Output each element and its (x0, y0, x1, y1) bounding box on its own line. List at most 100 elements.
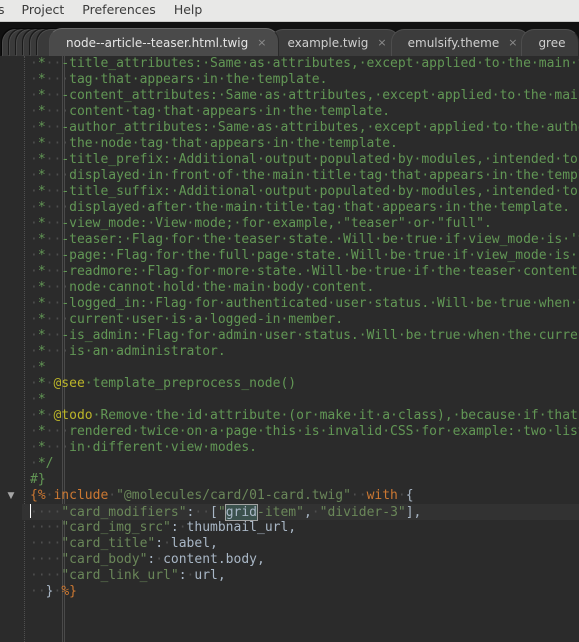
code-line[interactable]: ·*··-logged_in:·Flag·for·authenticated·u… (22, 296, 579, 312)
code-line[interactable]: ·*···displayed·in·front·of·the·main·titl… (22, 168, 579, 184)
code-line[interactable]: ·* (22, 392, 579, 408)
code-token: thumbnail_url, (186, 520, 297, 535)
code-line[interactable]: #} (22, 472, 579, 488)
code-line[interactable]: ·*··-teaser:·Flag·for·the·teaser·state.·… (22, 232, 579, 248)
code-token: current·user·is·a·logged-in·member. (69, 312, 344, 327)
code-line[interactable]: ·*···current·user·is·a·logged-in·member. (22, 312, 579, 328)
whitespace-dots: ··· (45, 312, 70, 327)
code-token: * (37, 280, 46, 295)
code-token: * (37, 360, 46, 375)
code-token: * (37, 232, 46, 247)
code-line[interactable]: ·*···rendered·twice·on·a·page·this·is·in… (22, 424, 579, 440)
code-token: * (37, 312, 46, 327)
code-line[interactable]: ·*··-author_attributes:·Same·as·attribut… (22, 120, 579, 136)
code-token: content_attributes:·Same·as·attributes,·… (69, 88, 579, 103)
menu-item-project[interactable]: Project (13, 1, 74, 20)
whitespace-dots: ··· (45, 200, 70, 215)
code-line[interactable]: ·*/ (22, 456, 579, 472)
code-line[interactable]: ·*··-readmore:·Flag·for·more·state.·Will… (22, 264, 579, 280)
code-line[interactable]: ·*·@see·template_preprocess_node() (22, 376, 579, 392)
code-line[interactable]: ·*··-title_attributes:·Same·as·attribute… (22, 56, 579, 72)
whitespace-dots: ·· (45, 152, 62, 167)
editor-tab-node-article-teaser-html-twig[interactable]: node--article--teaser.html.twig × (49, 28, 280, 56)
code-line[interactable]: ··}·%} (22, 584, 579, 600)
close-icon[interactable]: × (257, 37, 266, 48)
code-token: * (37, 136, 46, 151)
code-line[interactable]: ·*·@todo·Remove·the·id·attribute·(or·mak… (22, 408, 579, 424)
whitespace-dots: · (30, 56, 38, 71)
code-line[interactable]: ·*··-is_admin:·Flag·for·admin·user·statu… (22, 328, 579, 344)
code-token: - (61, 248, 70, 263)
code-line[interactable]: ·*··-title_suffix:·Additional·output·pop… (22, 184, 579, 200)
code-text-area[interactable]: ·*··-title_attributes:·Same·as·attribute… (22, 56, 579, 642)
menu-item-s[interactable]: s (0, 1, 13, 20)
close-icon[interactable]: × (508, 37, 517, 48)
whitespace-dots: · (30, 88, 38, 103)
code-token: content·tag·that·appears·in·the·template… (69, 104, 391, 119)
code-line[interactable]: ·*··-page:·Flag·for·the·full·page·state.… (22, 248, 579, 264)
code-line[interactable]: ····"card_body":·content.body, (22, 552, 579, 568)
code-line[interactable]: ·*··-title_prefix:·Additional·output·pop… (22, 152, 579, 168)
code-line[interactable]: ·*···in·different·view·modes. (22, 440, 579, 456)
code-token: * (37, 344, 46, 359)
code-line[interactable]: ····"card_link_url":·url, (22, 568, 579, 584)
menu-item-help[interactable]: Help (165, 1, 212, 20)
whitespace-dots: · (30, 136, 38, 151)
code-token: @see (53, 376, 85, 391)
code-line[interactable]: ····"card_title":·label, (22, 536, 579, 552)
whitespace-dots: · (30, 168, 38, 183)
close-icon[interactable]: × (377, 37, 386, 48)
code-token: title_attributes:·Same·as·attributes,·ex… (69, 56, 579, 71)
editor-tab-gree[interactable]: gree (521, 29, 579, 56)
code-line[interactable]: ·*···the·node·tag·that·appears·in·the·te… (22, 136, 579, 152)
code-line[interactable]: ·*···displayed·after·the·main·title·tag·… (22, 200, 579, 216)
code-token: : (178, 568, 187, 583)
selected-token[interactable]: grid (224, 504, 259, 521)
code-token: displayed·after·the·main·title·tag·that·… (69, 200, 571, 215)
code-line[interactable]: ·*···content·tag·that·appears·in·the·tem… (22, 104, 579, 120)
code-line[interactable]: ····"card_img_src":·thumbnail_url, (22, 520, 579, 536)
whitespace-dots: · (30, 328, 38, 343)
whitespace-dots: ··· (45, 280, 70, 295)
code-editor[interactable]: ▼ ·*··-title_attributes:·Same·as·attribu… (0, 56, 579, 642)
whitespace-dots: · (30, 216, 38, 231)
code-token: with (366, 488, 398, 503)
code-token: , (303, 505, 312, 520)
whitespace-dots: ··· (45, 440, 70, 455)
code-token: : (170, 520, 179, 535)
editor-gutter[interactable]: ▼ (0, 56, 22, 642)
editor-tab-example-twig[interactable]: example.twig × (270, 29, 400, 56)
editor-tab-emulsify-theme[interactable]: emulsify.theme × (390, 29, 531, 56)
code-token: * (37, 216, 46, 231)
code-token: url, (194, 568, 226, 583)
code-fold-toggle-icon[interactable]: ▼ (5, 488, 17, 504)
whitespace-dots: · (30, 456, 38, 471)
code-line[interactable]: ·*···node·cannot·hold·the·main·body·cont… (22, 280, 579, 296)
whitespace-dots: ···· (30, 568, 62, 583)
ide-window: sProjectPreferencesHelp node--article--t… (0, 0, 579, 642)
whitespace-dots: · (311, 505, 320, 520)
code-line[interactable]: ·* (22, 360, 579, 376)
editor-tab-bar: node--article--teaser.html.twig × example.… (0, 22, 579, 56)
whitespace-dots: · (30, 408, 38, 423)
code-token: readmore:·Flag·for·more·state.·Will·be·t… (69, 264, 579, 279)
code-token: - (61, 328, 70, 343)
code-line[interactable]: ·*··-view_mode:·View·mode;·for·example,·… (22, 216, 579, 232)
whitespace-dots: ·· (194, 505, 211, 520)
code-line[interactable]: ·*···is·an·administrator. (22, 344, 579, 360)
code-line[interactable]: {%·include·"@molecules/card/01-card.twig… (22, 488, 579, 504)
menu-bar: sProjectPreferencesHelp (0, 0, 579, 22)
menu-item-preferences[interactable]: Preferences (73, 1, 165, 20)
tab-label: node--article--teaser.html.twig (66, 35, 249, 50)
code-token: teaser:·Flag·for·the·teaser·state.·Will·… (69, 232, 579, 247)
code-line[interactable]: ·*···tag·that·appears·in·the·template. (22, 72, 579, 88)
whitespace-dots: · (30, 200, 38, 215)
code-line[interactable]: ····"card_modifiers":··["grid-item",·"di… (22, 504, 579, 521)
whitespace-dots: ·· (45, 184, 62, 199)
code-token: * (37, 408, 46, 423)
code-token: author_attributes:·Same·as·attributes,·e… (69, 120, 579, 135)
code-token: * (37, 168, 46, 183)
whitespace-dots: ·· (45, 296, 62, 311)
code-token: { (405, 488, 414, 503)
code-line[interactable]: ·*··-content_attributes:·Same·as·attribu… (22, 88, 579, 104)
